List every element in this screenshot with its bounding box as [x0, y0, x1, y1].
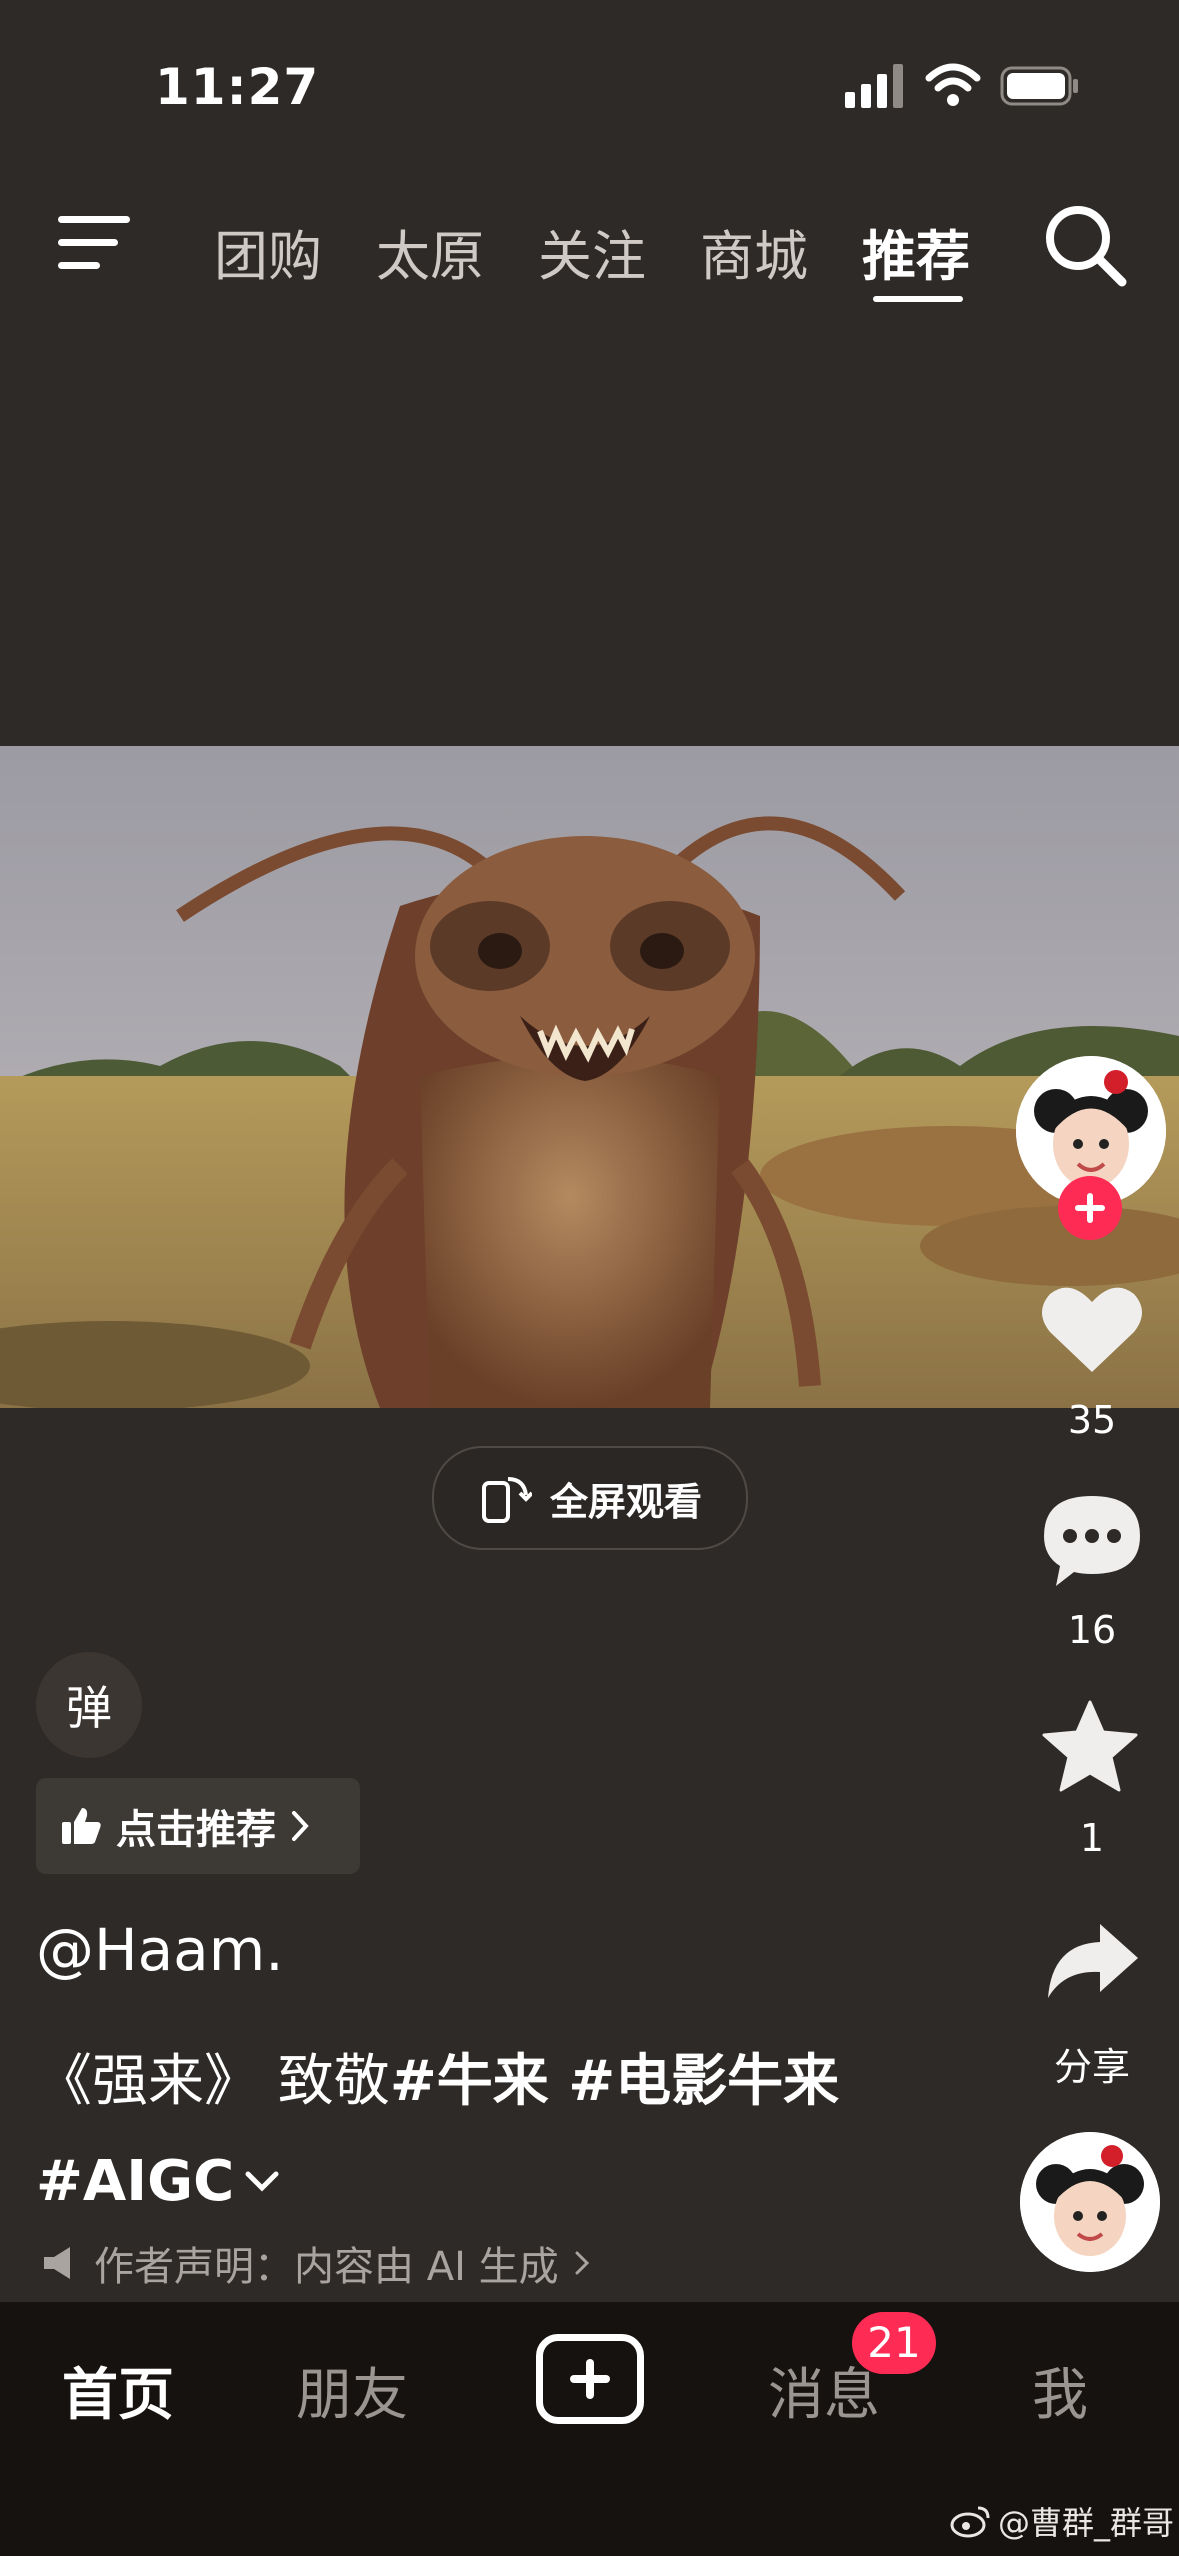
fullscreen-button[interactable]: 全屏观看	[432, 1446, 748, 1550]
status-time: 11:27	[155, 58, 320, 116]
megaphone-icon	[44, 2247, 70, 2279]
danmu-toggle-button[interactable]: 弹	[36, 1652, 142, 1758]
rotate-screen-icon	[481, 1477, 532, 1523]
weibo-logo-icon	[950, 2506, 990, 2538]
author-name-link[interactable]: @Haam.	[36, 1916, 284, 1984]
tab-recommend[interactable]: 推荐	[862, 212, 970, 291]
active-tab-indicator	[873, 296, 963, 302]
like-heart-icon[interactable]	[1040, 1282, 1144, 1376]
chevron-right-icon	[292, 1811, 309, 1841]
create-post-button[interactable]	[536, 2334, 644, 2424]
watermark-text: @曹群_群哥	[998, 2504, 1175, 2542]
video-frame-image	[0, 746, 1179, 1408]
plus-icon	[570, 2359, 610, 2399]
favorite-count: 1	[1079, 1816, 1105, 1860]
ai-declaration-text: 作者声明：内容由 AI 生成	[94, 2244, 559, 2290]
expand-chevron-down-icon[interactable]	[244, 2170, 280, 2194]
recommend-label: 点击推荐	[116, 1807, 276, 1853]
menu-icon[interactable]	[56, 210, 136, 276]
tab-group-buy[interactable]: 团购	[214, 212, 322, 291]
post-title: 《强来》 致敬	[36, 2049, 390, 2114]
like-count: 35	[1067, 1398, 1117, 1442]
recommend-chip[interactable]: 点击推荐	[36, 1778, 360, 1874]
hashtag-links-1[interactable]: #牛来 #电影牛来	[390, 2049, 839, 2114]
search-icon[interactable]	[1040, 200, 1130, 290]
messages-badge: 21	[852, 2312, 936, 2374]
wifi-icon	[925, 63, 981, 106]
video-player[interactable]	[0, 746, 1179, 1408]
nav-friends[interactable]: 朋友	[296, 2350, 408, 2431]
thumbs-up-icon	[62, 1808, 101, 1844]
hashtag-link-aigc[interactable]: #AIGC	[36, 2132, 234, 2232]
danmu-label: 弹	[66, 1681, 112, 1735]
follow-button[interactable]	[1058, 1176, 1122, 1240]
ai-declaration[interactable]: 作者声明：内容由 AI 生成	[40, 2234, 591, 2292]
comment-icon[interactable]	[1040, 1490, 1144, 1590]
share-arrow-icon[interactable]	[1044, 1920, 1140, 2000]
share-label: 分享	[1053, 2045, 1130, 2089]
battery-icon	[1000, 66, 1078, 106]
tab-taiyuan[interactable]: 太原	[376, 212, 484, 291]
cellular-signal-icon	[845, 64, 903, 108]
music-disc-image	[1020, 2132, 1160, 2272]
music-disc-avatar[interactable]	[1020, 2132, 1160, 2272]
chevron-right-icon	[575, 2251, 589, 2275]
favorite-star-icon[interactable]	[1042, 1700, 1138, 1792]
comment-count: 16	[1067, 1608, 1117, 1652]
fullscreen-label: 全屏观看	[549, 1479, 702, 1524]
tab-mall[interactable]: 商城	[700, 212, 808, 291]
nav-me[interactable]: 我	[1032, 2350, 1088, 2431]
tab-following[interactable]: 关注	[538, 212, 646, 291]
weibo-watermark: @曹群_群哥	[950, 2498, 1174, 2544]
post-description: 《强来》 致敬#牛来 #电影牛来 #AIGC	[36, 2032, 996, 2232]
nav-home[interactable]: 首页	[62, 2350, 174, 2431]
plus-icon	[1075, 1193, 1105, 1223]
